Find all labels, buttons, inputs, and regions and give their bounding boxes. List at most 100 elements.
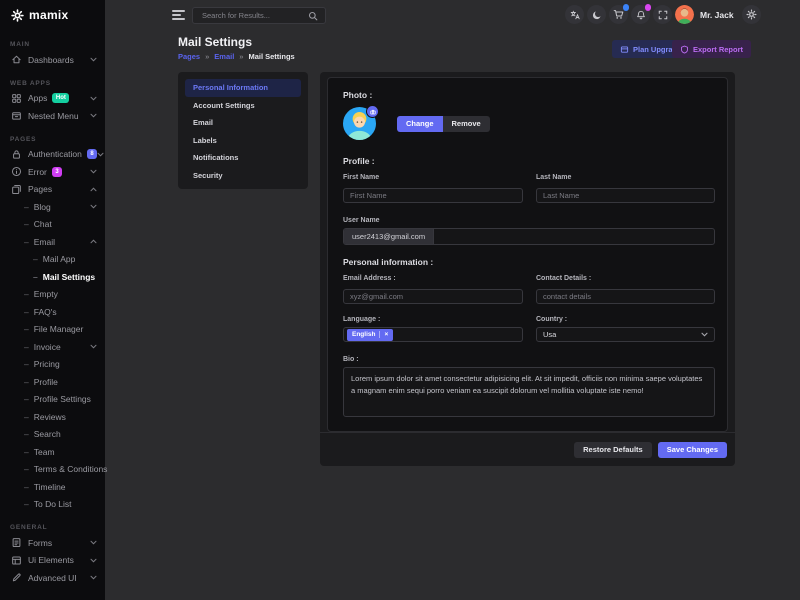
dash-icon: – (24, 237, 29, 247)
grid-icon (11, 93, 22, 104)
hamburger-menu-icon[interactable] (172, 10, 185, 22)
settings-menu-item-security[interactable]: Security (185, 167, 301, 185)
remove-tag-icon[interactable]: × (379, 331, 388, 338)
sidebar: mamix MAINDashboardsWEB APPSAppsHotNeste… (0, 0, 105, 600)
sidebar-item-dashboards[interactable]: Dashboards (0, 51, 105, 69)
settings-menu-item-notifications[interactable]: Notifications (185, 149, 301, 167)
sidebar-item-profile-settings[interactable]: –Profile Settings (0, 391, 105, 409)
export-report-icon (680, 45, 689, 54)
cart-badge (623, 4, 630, 11)
page-title: Mail Settings (178, 35, 252, 49)
user-name[interactable]: Mr. Jack (700, 10, 734, 20)
user-avatar[interactable] (675, 5, 694, 24)
sidebar-item-terms-conditions[interactable]: –Terms & Conditions (0, 461, 105, 479)
email-address-label: Email Address : (343, 275, 523, 282)
settings-menu-card: Personal InformationAccount SettingsEmai… (178, 72, 308, 189)
sidebar-item-email[interactable]: –Email (0, 233, 105, 251)
sidebar-item-authentication[interactable]: Authentication8 (0, 146, 105, 164)
sidebar-item-apps[interactable]: AppsHot (0, 90, 105, 108)
profile-heading: Profile : (343, 156, 715, 166)
sidebar-item-mail-app[interactable]: –Mail App (0, 251, 105, 269)
dash-icon: – (24, 377, 29, 387)
search-icon[interactable] (308, 11, 318, 21)
last-name-input[interactable] (536, 188, 715, 203)
sidebar-item-label: Terms & Conditions (34, 464, 108, 474)
edit-photo-camera-icon[interactable] (366, 105, 379, 118)
sidebar-item-empty[interactable]: –Empty (0, 286, 105, 304)
cart-icon[interactable] (609, 5, 628, 24)
remove-photo-button[interactable]: Remove (443, 116, 490, 132)
user-name-label: User Name (343, 217, 715, 224)
sidebar-item-error[interactable]: Error3 (0, 163, 105, 181)
profile-photo[interactable] (343, 107, 376, 140)
notifications-bell-icon[interactable] (631, 5, 650, 24)
sidebar-item-label: Forms (28, 538, 52, 548)
sidebar-item-mail-settings[interactable]: –Mail Settings (0, 268, 105, 286)
form-icon (11, 537, 22, 548)
export-report-button[interactable]: Export Report (672, 40, 751, 58)
sidebar-item-pages[interactable]: Pages (0, 181, 105, 199)
restore-defaults-button[interactable]: Restore Defaults (574, 442, 652, 458)
search-input[interactable] (200, 10, 308, 21)
brand-logo[interactable]: mamix (0, 0, 105, 30)
sidebar-item-timeline[interactable]: –Timeline (0, 478, 105, 496)
dash-icon: – (33, 254, 38, 264)
fullscreen-icon[interactable] (653, 5, 672, 24)
last-name-label: Last Name (536, 174, 715, 181)
contact-details-label: Contact Details : (536, 275, 715, 282)
sidebar-item-search[interactable]: –Search (0, 426, 105, 444)
sidebar-item-forms[interactable]: Forms (0, 534, 105, 552)
sidebar-item-pricing[interactable]: –Pricing (0, 356, 105, 374)
sidebar-item-invoice[interactable]: –Invoice (0, 338, 105, 356)
sidebar-item-advanced-ui[interactable]: Advanced UI (0, 569, 105, 587)
first-name-input[interactable] (343, 188, 523, 203)
dash-icon: – (24, 342, 29, 352)
sidebar-item-label: Blog (34, 202, 51, 212)
sidebar-item-label: Dashboards (28, 55, 74, 65)
dash-icon: – (24, 289, 29, 299)
sidebar-item-label: Profile (34, 377, 58, 387)
sidebar-item-reviews[interactable]: –Reviews (0, 408, 105, 426)
dash-icon: – (24, 394, 29, 404)
photo-buttons: Change Remove (397, 116, 490, 132)
language-tag-input[interactable]: English × (343, 327, 523, 342)
breadcrumb-separator: » (205, 52, 209, 61)
sidebar-item-blog[interactable]: –Blog (0, 198, 105, 216)
contact-details-input[interactable] (536, 289, 715, 304)
dash-icon: – (24, 447, 29, 457)
breadcrumb-email[interactable]: Email (214, 52, 234, 61)
sidebar-item-nested-menu[interactable]: Nested Menu (0, 107, 105, 125)
sidebar-item-to-do-list[interactable]: –To Do List (0, 496, 105, 514)
sidebar-item-profile[interactable]: –Profile (0, 373, 105, 391)
settings-menu-item-email[interactable]: Email (185, 114, 301, 132)
sidebar-item-faq-s[interactable]: –FAQ's (0, 303, 105, 321)
save-changes-button[interactable]: Save Changes (658, 442, 727, 458)
sidebar-item-ui-elements[interactable]: Ui Elements (0, 552, 105, 570)
settings-gear-icon[interactable] (742, 5, 761, 24)
change-photo-button[interactable]: Change (397, 116, 443, 132)
mail-settings-form-card: Photo : (320, 72, 735, 466)
settings-menu-item-account-settings[interactable]: Account Settings (185, 97, 301, 115)
country-select[interactable]: Usa (536, 327, 715, 342)
dash-icon: – (24, 499, 29, 509)
settings-menu-item-personal-information[interactable]: Personal Information (185, 79, 301, 97)
dash-icon: – (24, 219, 29, 229)
bio-textarea[interactable]: Lorem ipsum dolor sit amet consectetur a… (343, 367, 715, 417)
sidebar-item-file-manager[interactable]: –File Manager (0, 321, 105, 339)
sidebar-item-chat[interactable]: –Chat (0, 216, 105, 234)
brand-name: mamix (29, 8, 69, 22)
user-name-group: user2413@gmail.com (343, 228, 715, 245)
language-icon[interactable] (565, 5, 584, 24)
email-address-input[interactable] (343, 289, 523, 304)
lock-icon (11, 149, 22, 160)
sidebar-item-label: To Do List (34, 499, 72, 509)
dash-icon: – (24, 307, 29, 317)
photo-heading: Photo : (343, 90, 715, 100)
dark-mode-icon[interactable] (587, 5, 606, 24)
breadcrumb-pages[interactable]: Pages (178, 52, 200, 61)
sidebar-item-team[interactable]: –Team (0, 443, 105, 461)
sidebar-section-label: WEB APPS (10, 80, 105, 88)
user-name-input[interactable] (434, 229, 714, 244)
settings-menu-item-labels[interactable]: Labels (185, 132, 301, 150)
breadcrumb: Pages » Email » Mail Settings (178, 52, 295, 61)
